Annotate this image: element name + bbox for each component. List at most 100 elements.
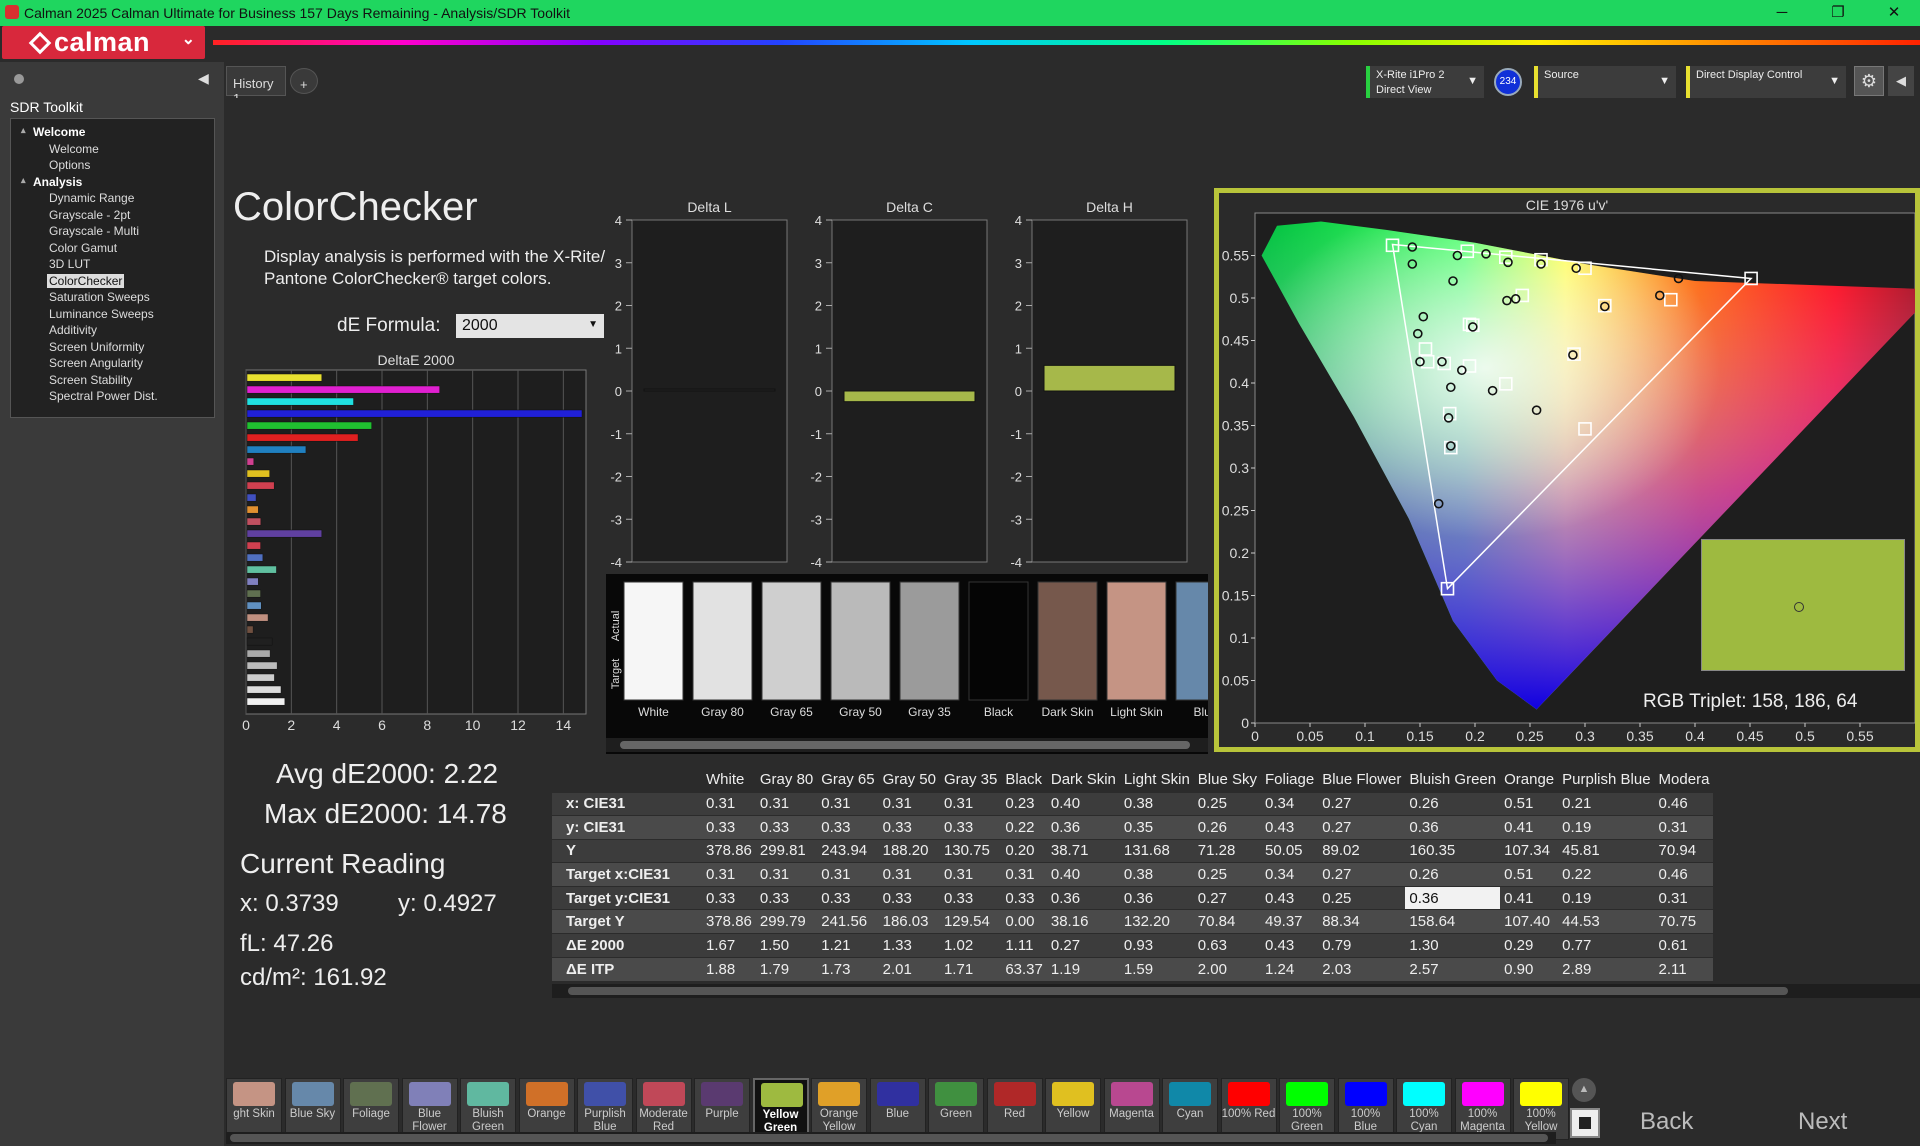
table-cell[interactable]: 0.19	[1558, 815, 1655, 840]
table-cell[interactable]: 0.22	[1558, 862, 1655, 887]
patch-button[interactable]: Purplish Blue	[577, 1078, 633, 1140]
table-cell[interactable]: 0.22	[1001, 815, 1047, 840]
maximize-button[interactable]: ❐	[1820, 2, 1856, 24]
table-cell[interactable]: 160.35	[1405, 838, 1501, 863]
table-cell[interactable]: 0.26	[1405, 791, 1501, 816]
table-cell[interactable]: 1.73	[817, 956, 879, 981]
table-cell[interactable]: 2.11	[1654, 956, 1714, 981]
minimize-button[interactable]: ─	[1764, 2, 1800, 24]
table-cell[interactable]: 0.31	[702, 791, 756, 816]
table-cell[interactable]: 0.36	[1405, 815, 1501, 840]
table-cell[interactable]: 0.23	[1001, 791, 1047, 816]
table-cell[interactable]: 0.46	[1654, 791, 1714, 816]
table-cell[interactable]: 0.33	[1001, 885, 1047, 910]
patch-button[interactable]: Magenta	[1103, 1078, 1160, 1140]
tree-item[interactable]: Saturation Sweeps	[49, 290, 150, 304]
table-cell[interactable]: 0.79	[1318, 933, 1406, 958]
table-cell[interactable]: 88.34	[1318, 909, 1406, 934]
table-cell[interactable]: 0.36	[1405, 885, 1501, 910]
table-cell[interactable]: 0.36	[1046, 815, 1120, 840]
table-cell[interactable]: 1.30	[1405, 933, 1501, 958]
tree-item[interactable]: Grayscale - 2pt	[49, 208, 130, 222]
table-cell[interactable]: 1.11	[1001, 933, 1047, 958]
de-formula-select[interactable]: 2000 ▼	[456, 314, 604, 338]
patch-button[interactable]: 100% Green	[1279, 1078, 1335, 1140]
patch-button[interactable]: Blue Flower	[401, 1078, 458, 1140]
next-button[interactable]: Next	[1798, 1108, 1847, 1136]
table-cell[interactable]: 89.02	[1318, 838, 1406, 863]
collapse-left-icon[interactable]: ◀	[198, 70, 209, 87]
table-cell[interactable]: 188.20	[878, 838, 940, 863]
table-cell[interactable]: 0.36	[1046, 885, 1120, 910]
table-cell[interactable]: 0.21	[1558, 791, 1655, 816]
table-cell[interactable]: 0.34	[1260, 862, 1319, 887]
table-cell[interactable]: 2.03	[1318, 956, 1406, 981]
patch-button[interactable]: Orange Yellow	[811, 1078, 867, 1140]
table-cell[interactable]: 0.31	[1654, 885, 1714, 910]
table-cell[interactable]: 1.02	[939, 933, 1002, 958]
tree-item[interactable]: Additivity	[49, 323, 97, 337]
table-cell[interactable]: 378.86	[702, 909, 756, 934]
patch-button[interactable]: Moderate Red	[635, 1078, 692, 1140]
table-cell[interactable]: 70.75	[1654, 909, 1714, 934]
table-cell[interactable]: 1.88	[702, 956, 756, 981]
table-cell[interactable]: 0.43	[1260, 933, 1319, 958]
table-cell[interactable]: 0.36	[1119, 885, 1194, 910]
tab-history-1[interactable]: History 1	[226, 66, 286, 106]
table-cell[interactable]: 0.63	[1193, 933, 1261, 958]
table-cell[interactable]: 0.35	[1119, 815, 1194, 840]
tree-item[interactable]: Screen Angularity	[49, 356, 143, 370]
patch-button[interactable]: Green	[928, 1078, 984, 1140]
patch-button[interactable]: Red	[986, 1078, 1043, 1140]
table-cell[interactable]: 0.51	[1500, 791, 1559, 816]
tree-item[interactable]: Spectral Power Dist.	[49, 389, 158, 403]
table-cell[interactable]: 0.31	[878, 862, 940, 887]
table-cell[interactable]: 0.25	[1193, 791, 1261, 816]
patch-button[interactable]: 100% Red	[1220, 1078, 1277, 1140]
close-button[interactable]: ✕	[1876, 2, 1912, 24]
table-cell[interactable]: 1.79	[755, 956, 818, 981]
table-cell[interactable]: 0.20	[1001, 838, 1047, 863]
patch-button[interactable]: Bluish Green	[460, 1078, 516, 1140]
table-cell[interactable]: 1.24	[1260, 956, 1319, 981]
table-cell[interactable]: 0.27	[1193, 885, 1261, 910]
tree-item[interactable]: Color Gamut	[49, 241, 117, 255]
table-cell[interactable]: 45.81	[1558, 838, 1655, 863]
table-cell[interactable]: 38.71	[1046, 838, 1120, 863]
table-cell[interactable]: 0.26	[1405, 862, 1501, 887]
table-cell[interactable]: 0.61	[1654, 933, 1714, 958]
table-cell[interactable]: 130.75	[939, 838, 1002, 863]
table-cell[interactable]: 0.31	[939, 791, 1002, 816]
patch-button[interactable]: Purple	[694, 1078, 750, 1140]
table-cell[interactable]: 0.31	[702, 862, 756, 887]
table-cell[interactable]: 186.03	[878, 909, 940, 934]
table-cell[interactable]: 0.33	[702, 815, 756, 840]
back-button[interactable]: Back	[1640, 1108, 1693, 1136]
tree-item[interactable]: Analysis	[21, 175, 82, 189]
collapse-right-icon[interactable]: ◀	[1888, 66, 1914, 96]
table-cell[interactable]: 131.68	[1119, 838, 1194, 863]
table-cell[interactable]: 0.27	[1046, 933, 1120, 958]
table-cell[interactable]: 0.43	[1260, 885, 1319, 910]
table-cell[interactable]: 0.51	[1500, 862, 1559, 887]
table-cell[interactable]: 50.05	[1260, 838, 1319, 863]
table-cell[interactable]: 0.31	[755, 862, 818, 887]
patch-button[interactable]: Blue Sky	[284, 1078, 341, 1140]
table-cell[interactable]: 0.33	[817, 815, 879, 840]
probe-badge[interactable]: 234	[1494, 68, 1522, 96]
table-scrollbar[interactable]	[552, 984, 1920, 998]
tree-item[interactable]: Dynamic Range	[49, 191, 134, 205]
table-cell[interactable]: 63.37	[1001, 956, 1047, 981]
tree-item[interactable]: Options	[49, 158, 90, 172]
table-cell[interactable]: 0.31	[878, 791, 940, 816]
table-cell[interactable]: 38.16	[1046, 909, 1120, 934]
table-cell[interactable]: 299.81	[755, 838, 818, 863]
table-cell[interactable]: 0.33	[817, 885, 879, 910]
table-cell[interactable]: 0.27	[1318, 862, 1406, 887]
table-cell[interactable]: 0.29	[1500, 933, 1559, 958]
table-cell[interactable]: 0.34	[1260, 791, 1319, 816]
tree-item[interactable]: Screen Uniformity	[49, 340, 144, 354]
table-cell[interactable]: 2.57	[1405, 956, 1501, 981]
table-cell[interactable]: 1.71	[939, 956, 1002, 981]
table-cell[interactable]: 0.25	[1318, 885, 1406, 910]
